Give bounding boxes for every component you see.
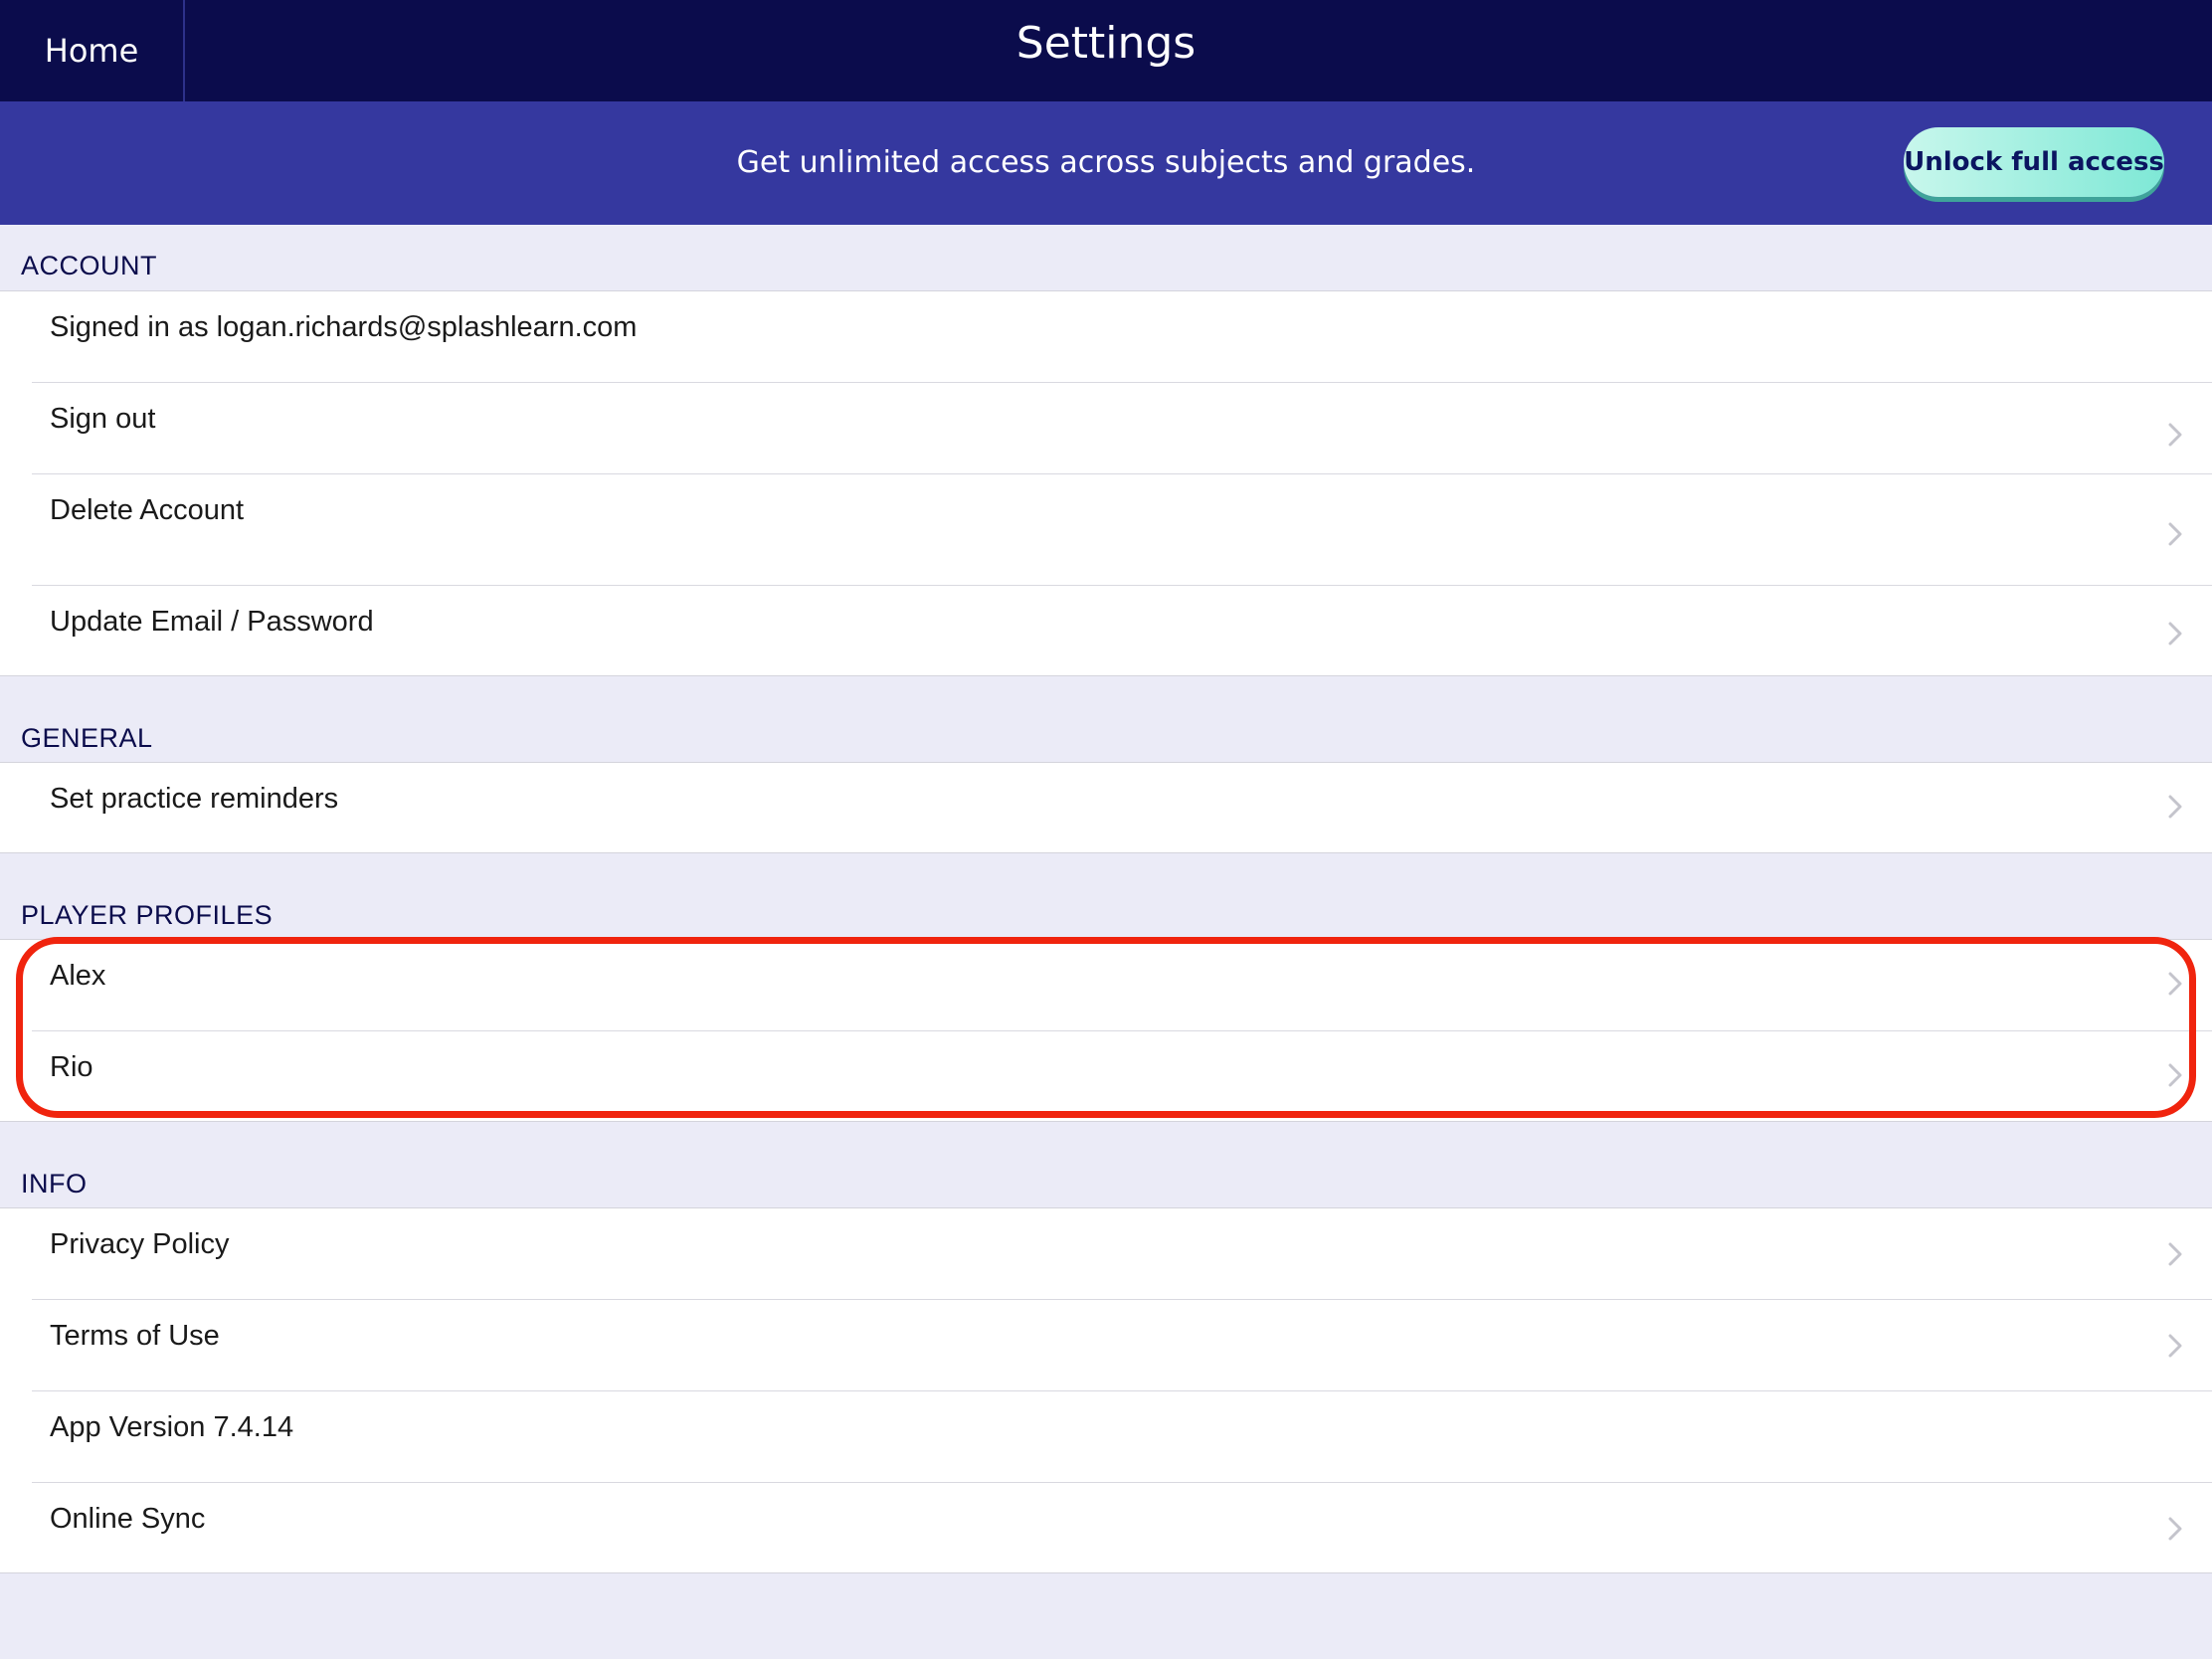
online-sync-row[interactable]: Online Sync <box>0 1483 2212 1574</box>
section-header-general: GENERAL <box>21 723 153 753</box>
privacy-policy-row[interactable]: Privacy Policy <box>0 1208 2212 1300</box>
app-version-label: App Version 7.4.14 <box>50 1411 294 1443</box>
update-email-password-row[interactable]: Update Email / Password <box>0 586 2212 677</box>
chevron-right-icon <box>2168 972 2182 996</box>
player-profile-name: Rio <box>50 1051 93 1083</box>
delete-account-row[interactable]: Delete Account <box>0 474 2212 586</box>
signed-in-as-label: Signed in as logan.richards@splashlearn.… <box>50 311 638 343</box>
delete-account-label: Delete Account <box>50 494 245 526</box>
sign-out-label: Sign out <box>50 403 156 435</box>
unlock-full-access-button[interactable]: Unlock full access <box>1904 127 2164 197</box>
app-version-row: App Version 7.4.14 <box>0 1391 2212 1483</box>
info-group: Privacy Policy Terms of Use App Version … <box>0 1207 2212 1573</box>
page-title: Settings <box>1015 18 1197 69</box>
set-practice-reminders-row[interactable]: Set practice reminders <box>0 763 2212 854</box>
privacy-policy-label: Privacy Policy <box>50 1228 230 1260</box>
banner-text: Get unlimited access across subjects and… <box>736 145 1476 180</box>
player-profile-row-rio[interactable]: Rio <box>0 1031 2212 1123</box>
general-group: Set practice reminders <box>0 762 2212 853</box>
sign-out-row[interactable]: Sign out <box>0 383 2212 474</box>
top-navigation-bar: Home Settings <box>0 0 2212 101</box>
chevron-right-icon <box>2168 1517 2182 1541</box>
terms-of-use-row[interactable]: Terms of Use <box>0 1300 2212 1391</box>
player-profile-name: Alex <box>50 960 106 992</box>
set-practice-reminders-label: Set practice reminders <box>50 783 339 815</box>
chevron-right-icon <box>2168 423 2182 447</box>
section-header-account: ACCOUNT <box>21 251 157 280</box>
online-sync-label: Online Sync <box>50 1503 206 1535</box>
update-email-password-label: Update Email / Password <box>50 606 374 638</box>
chevron-right-icon <box>2168 622 2182 645</box>
account-group: Signed in as logan.richards@splashlearn.… <box>0 290 2212 676</box>
chevron-right-icon <box>2168 1063 2182 1087</box>
chevron-right-icon <box>2168 1334 2182 1358</box>
upsell-banner: Get unlimited access across subjects and… <box>0 101 2212 225</box>
chevron-right-icon <box>2168 522 2182 546</box>
section-header-player-profiles: PLAYER PROFILES <box>21 900 274 930</box>
terms-of-use-label: Terms of Use <box>50 1320 220 1352</box>
chevron-right-icon <box>2168 1242 2182 1266</box>
player-profiles-group: Alex Rio <box>0 939 2212 1122</box>
section-header-info: INFO <box>21 1169 88 1198</box>
signed-in-as-row: Signed in as logan.richards@splashlearn.… <box>0 291 2212 383</box>
player-profile-row-alex[interactable]: Alex <box>0 940 2212 1031</box>
chevron-right-icon <box>2168 795 2182 819</box>
